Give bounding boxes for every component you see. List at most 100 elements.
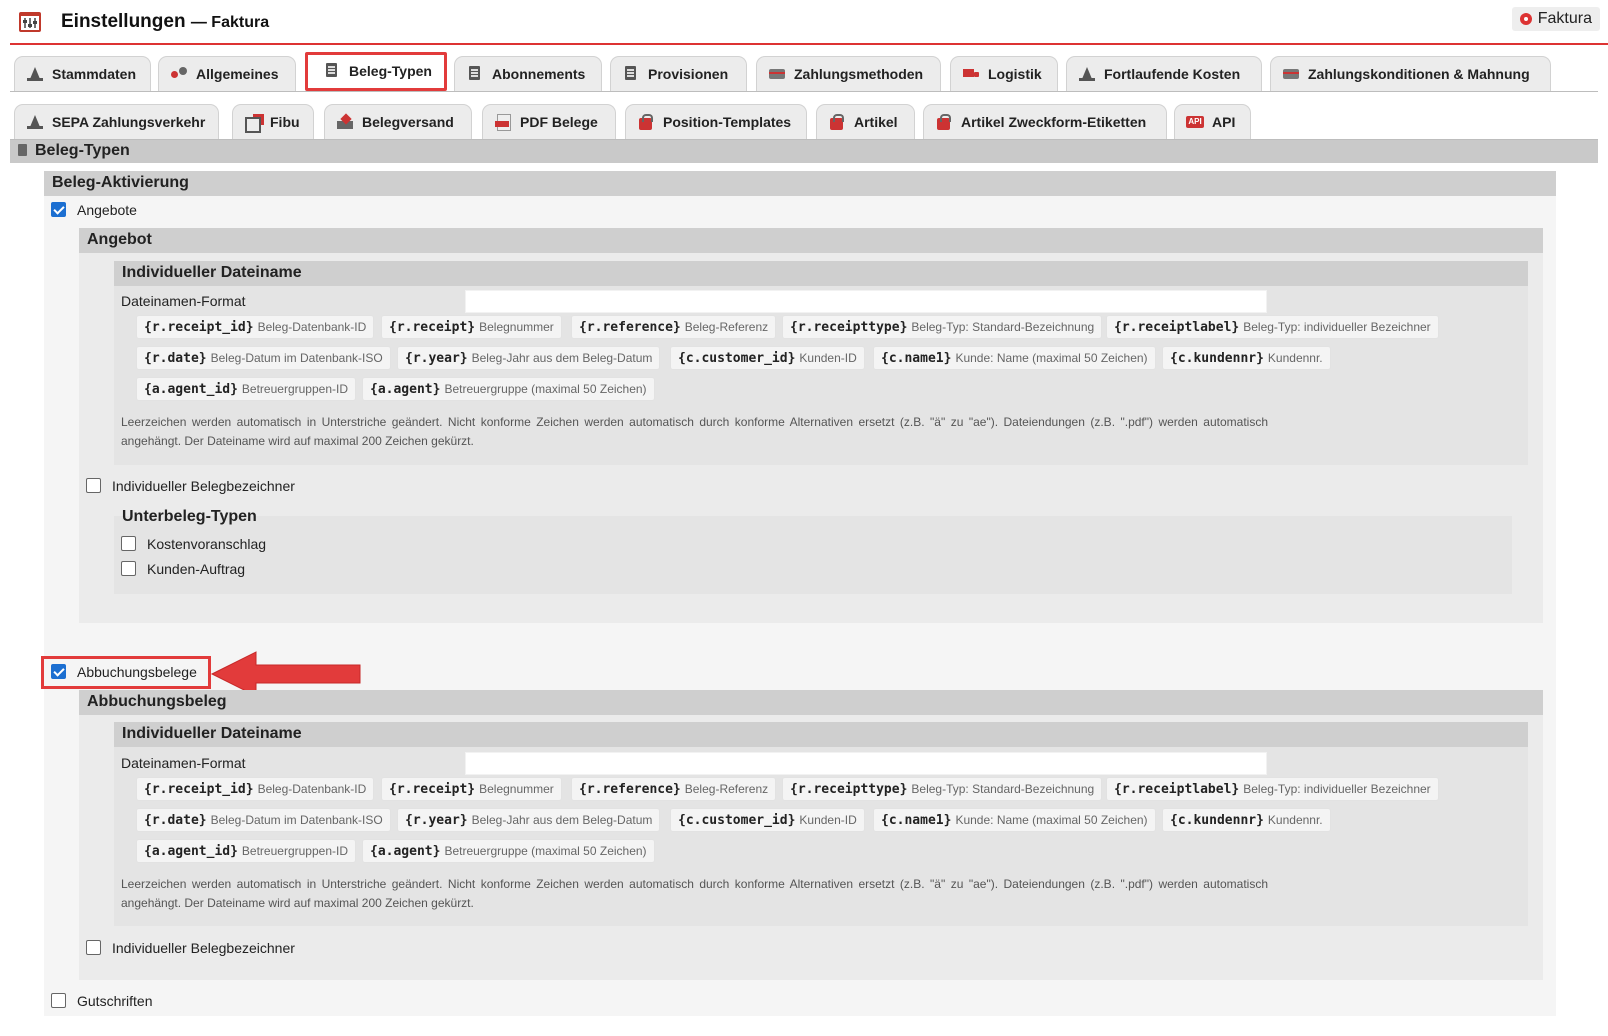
shopping-bag-icon — [936, 114, 952, 130]
abbuchungsbeleg-format-label: Dateinamen-Format — [121, 755, 246, 771]
page-title-main: Einstellungen — [61, 11, 186, 32]
angebot-individual-label: Individueller Belegbezeichner — [112, 478, 295, 494]
tab-belegversand[interactable]: Belegversand — [324, 104, 472, 139]
placeholder-code: {c.name1} — [881, 351, 952, 366]
placeholder-chip[interactable]: {c.kundennr} Kundennr. — [1162, 808, 1331, 832]
tab-row-2: SEPA Zahlungsverkehr Fibu Belegversand P… — [10, 93, 1598, 140]
tab-zahlungskonditionen[interactable]: Zahlungskonditionen & Mahnung — [1270, 56, 1551, 91]
placeholder-chip[interactable]: {a.agent} Betreuergruppe (maximal 50 Zeic… — [362, 839, 655, 863]
truck-icon — [963, 67, 979, 81]
kunden-auftrag-checkbox[interactable] — [121, 561, 136, 576]
tab-allgemeines[interactable]: Allgemeines — [158, 56, 296, 91]
cone-icon — [27, 67, 43, 81]
app-header: Einstellungen — Faktura Faktura — [10, 0, 1608, 45]
document-icon — [623, 66, 639, 81]
abbuchungsbeleg-help-text: Leerzeichen werden automatisch in Unters… — [121, 877, 1268, 910]
kostenvoranschlag-checkbox[interactable] — [121, 536, 136, 551]
placeholder-chip[interactable]: {a.agent_id} Betreuergruppen-ID — [136, 377, 356, 401]
credit-card-icon — [1283, 67, 1299, 81]
gutschriften-label: Gutschriften — [77, 993, 153, 1009]
tab-zahlungsmethoden[interactable]: Zahlungsmethoden — [756, 56, 941, 91]
abbuchungsbeleg-header: Abbuchungsbeleg — [79, 690, 1543, 715]
placeholder-chip[interactable]: {r.year} Beleg-Jahr aus dem Beleg-Datum — [397, 808, 661, 832]
beleg-aktivierung-header: Beleg-Aktivierung — [44, 171, 1556, 196]
placeholder-code: {a.agent} — [370, 844, 441, 859]
placeholder-chip[interactable]: {c.customer_id} Kunden-ID — [670, 808, 865, 832]
tab-stammdaten[interactable]: Stammdaten — [14, 56, 151, 91]
angebot-individual-label-checkbox[interactable] — [86, 478, 101, 493]
placeholder-code: {a.agent_id} — [144, 382, 238, 397]
placeholder-code: {r.receiptlabel} — [1114, 320, 1240, 335]
placeholder-description: Kundennr. — [1267, 813, 1323, 827]
placeholder-code: {c.customer_id} — [678, 351, 796, 366]
placeholder-chip[interactable]: {c.name1} Kunde: Name (maximal 50 Zeichen… — [873, 346, 1156, 370]
document-icon — [324, 63, 340, 78]
placeholder-chip[interactable]: {r.receipt_id} Beleg-Datenbank-ID — [136, 777, 375, 801]
tab-artikel[interactable]: Artikel — [816, 104, 915, 139]
placeholder-description: Beleg-Typ: individueller Bezeichner — [1243, 320, 1431, 334]
tab-artikel-zweckform-etiketten[interactable]: Artikel Zweckform-Etiketten — [923, 104, 1167, 139]
angebote-checkbox[interactable] — [51, 202, 66, 217]
placeholder-description: Kunde: Name (maximal 50 Zeichen) — [955, 813, 1148, 827]
tab-label: Fibu — [270, 114, 300, 130]
tab-api[interactable]: API — [1174, 104, 1251, 139]
abbuchungsbeleg-individual-label-checkbox[interactable] — [86, 940, 101, 955]
placeholder-chip[interactable]: {r.receipt} Belegnummer — [381, 777, 562, 801]
placeholder-code: {r.date} — [144, 351, 207, 366]
placeholder-description: Kunden-ID — [799, 813, 857, 827]
document-icon — [18, 144, 27, 156]
placeholder-code: {r.receipt_id} — [144, 320, 254, 335]
placeholder-chip[interactable]: {r.date} Beleg-Datum im Datenbank-ISO — [136, 346, 391, 370]
placeholder-code: {a.agent} — [370, 382, 441, 397]
tab-position-templates[interactable]: Position-Templates — [625, 104, 807, 139]
gears-icon — [171, 67, 187, 81]
placeholder-chip[interactable]: {a.agent} Betreuergruppe (maximal 50 Zeic… — [362, 377, 655, 401]
placeholder-chip[interactable]: {r.receipttype} Beleg-Typ: Standard-Bezei… — [782, 777, 1103, 801]
placeholder-chip[interactable]: {r.year} Beleg-Jahr aus dem Beleg-Datum — [397, 346, 661, 370]
tab-label: Artikel Zweckform-Etiketten — [961, 114, 1147, 130]
placeholder-code: {c.kundennr} — [1170, 813, 1264, 828]
abbuchungsbeleg-format-input[interactable] — [465, 752, 1267, 775]
placeholder-chip[interactable]: {a.agent_id} Betreuergruppen-ID — [136, 839, 356, 863]
placeholder-code: {r.year} — [405, 813, 468, 828]
placeholder-chip[interactable]: {r.reference} Beleg-Referenz — [571, 315, 777, 339]
gutschriften-checkbox[interactable] — [51, 993, 66, 1008]
placeholder-chip[interactable]: {r.receiptlabel} Beleg-Typ: individueller… — [1106, 777, 1439, 801]
page-title: Einstellungen — Faktura — [61, 11, 269, 33]
placeholder-description: Kunden-ID — [799, 351, 857, 365]
tab-beleg-typen[interactable]: Beleg-Typen — [305, 52, 447, 91]
tab-abonnements[interactable]: Abonnements — [454, 56, 602, 91]
angebot-header: Angebot — [79, 228, 1543, 253]
tab-fibu[interactable]: Fibu — [232, 104, 314, 139]
angebot-format-label: Dateinamen-Format — [121, 293, 246, 309]
placeholder-chip[interactable]: {c.kundennr} Kundennr. — [1162, 346, 1331, 370]
angebot-format-input[interactable] — [465, 290, 1267, 313]
placeholder-chip[interactable]: {r.receiptlabel} Beleg-Typ: individueller… — [1106, 315, 1439, 339]
abbuchungsbelege-label: Abbuchungsbelege — [77, 664, 197, 680]
unterbeleg-typen-title: Unterbeleg-Typen — [122, 508, 257, 525]
placeholder-chip[interactable]: {r.receipt_id} Beleg-Datenbank-ID — [136, 315, 375, 339]
placeholder-chip[interactable]: {r.receipttype} Beleg-Typ: Standard-Bezei… — [782, 315, 1103, 339]
tab-fortlaufende-kosten[interactable]: Fortlaufende Kosten — [1066, 56, 1262, 91]
angebot-filename-header: Individueller Dateiname — [114, 261, 1528, 286]
abbuchungsbelege-checkbox[interactable] — [51, 664, 66, 679]
tab-label: Stammdaten — [52, 66, 137, 82]
section-title: Beleg-Typen — [35, 142, 130, 159]
placeholder-description: Beleg-Referenz — [684, 782, 769, 796]
placeholder-code: {a.agent_id} — [144, 844, 238, 859]
tab-sepa-zahlungsverkehr[interactable]: SEPA Zahlungsverkehr — [14, 104, 219, 139]
placeholder-chip[interactable]: {r.date} Beleg-Datum im Datenbank-ISO — [136, 808, 391, 832]
angebote-label: Angebote — [77, 202, 137, 218]
tab-logistik[interactable]: Logistik — [950, 56, 1058, 91]
module-button[interactable]: Faktura — [1511, 7, 1600, 31]
placeholder-chip[interactable]: {c.name1} Kunde: Name (maximal 50 Zeichen… — [873, 808, 1156, 832]
placeholder-chip[interactable]: {r.reference} Beleg-Referenz — [571, 777, 777, 801]
tab-provisionen[interactable]: Provisionen — [610, 56, 747, 91]
placeholder-description: Betreuergruppen-ID — [241, 844, 348, 858]
placeholder-description: Beleg-Typ: Standard-Bezeichnung — [911, 782, 1095, 796]
placeholder-description: Betreuergruppen-ID — [241, 382, 348, 396]
placeholder-chip[interactable]: {r.receipt} Belegnummer — [381, 315, 562, 339]
tab-pdf-belege[interactable]: PDF Belege — [482, 104, 616, 139]
placeholder-chip[interactable]: {c.customer_id} Kunden-ID — [670, 346, 865, 370]
tab-label: Belegversand — [362, 114, 454, 130]
